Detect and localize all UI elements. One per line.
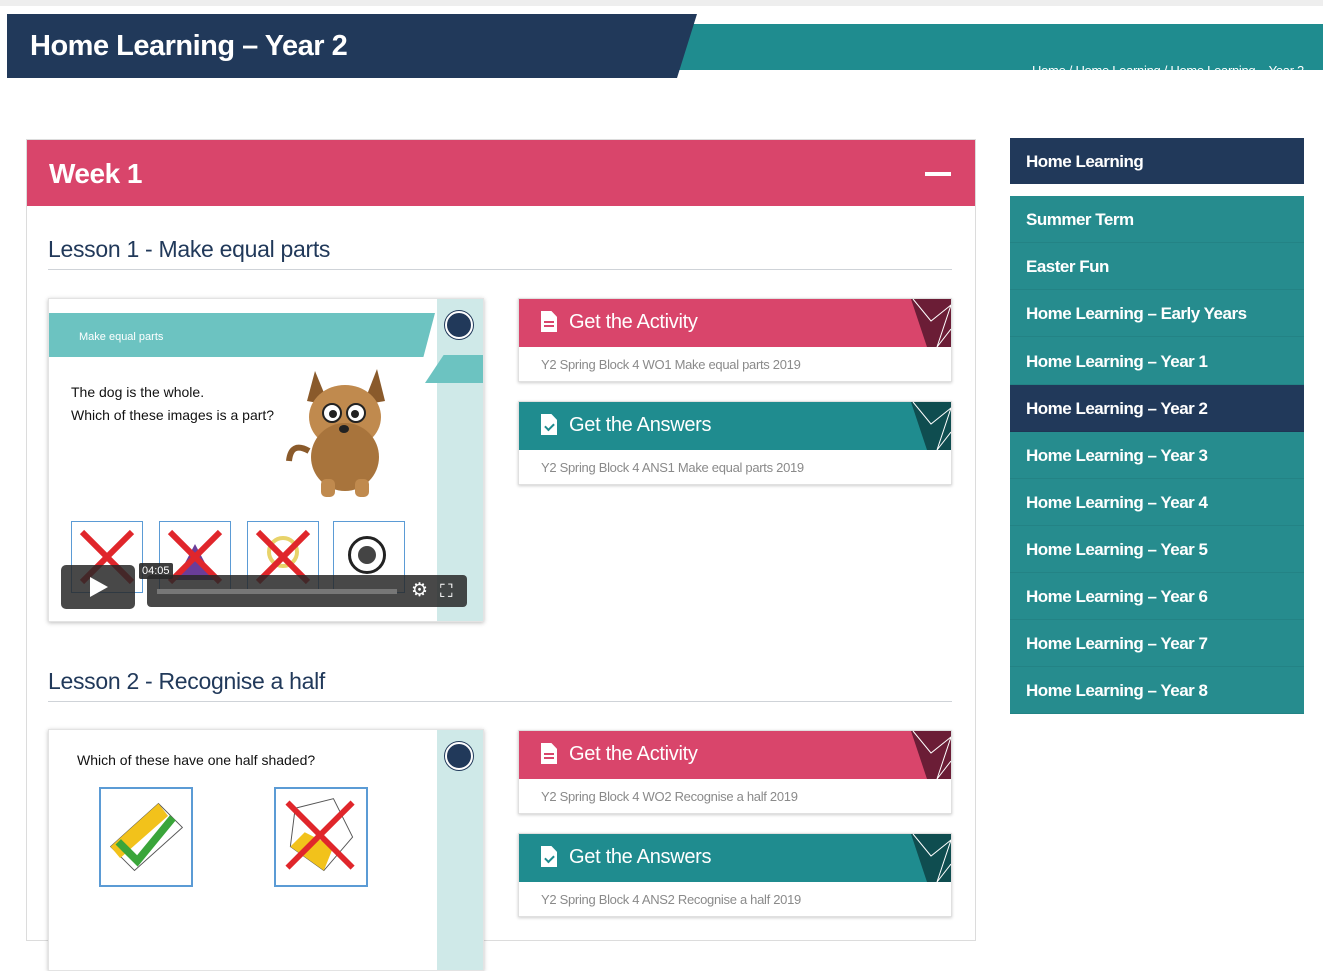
dog-illustration-icon <box>286 369 385 497</box>
slide-question-line: Which of these images is a part? <box>71 407 275 423</box>
lesson-video-player[interactable]: Make equal parts The dog is the whole. W… <box>48 298 484 622</box>
slide-decoration <box>425 355 483 383</box>
answers-file-link[interactable]: Y2 Spring Block 4 ANS1 Make equal parts … <box>541 460 804 475</box>
sidebar-item-year-4[interactable]: Home Learning – Year 4 <box>1010 479 1304 526</box>
answer-choice-ticked <box>99 787 193 887</box>
sidebar-item-label: Home Learning – Year 6 <box>1026 587 1208 606</box>
sidebar-item-label: Home Learning – Year 7 <box>1026 634 1208 653</box>
white-rose-logo-icon <box>445 742 473 770</box>
slide-side-strip <box>437 299 483 621</box>
geometric-decoration-icon <box>912 731 951 779</box>
sidebar-item-label: Summer Term <box>1026 210 1134 229</box>
get-activity-label: Get the Activity <box>569 743 698 765</box>
answers-download-card: Get the Answers Y2 Spring Block 4 ANS1 M… <box>518 401 952 485</box>
breadcrumb-current: Home Learning – Year 2 <box>1170 63 1304 78</box>
page-title: Home Learning – Year 2 <box>30 30 348 62</box>
document-icon <box>541 311 557 332</box>
sidebar-item-summer-term[interactable]: Summer Term <box>1010 196 1304 243</box>
sidebar-item-label: Home Learning – Year 5 <box>1026 540 1208 559</box>
sidebar-item-year-8[interactable]: Home Learning – Year 8 <box>1010 667 1304 714</box>
answers-file-link[interactable]: Y2 Spring Block 4 ANS2 Recognise a half … <box>541 892 801 907</box>
answers-download-card: Get the Answers Y2 Spring Block 4 ANS2 R… <box>518 833 952 917</box>
get-answers-button[interactable]: Get the Answers <box>519 402 951 450</box>
lesson-heading: Lesson 2 - Recognise a half <box>48 668 952 702</box>
activity-file-link[interactable]: Y2 Spring Block 4 WO1 Make equal parts 2… <box>541 357 801 372</box>
week-panel: Week 1 Lesson 1 - Make equal parts Make … <box>26 139 976 971</box>
lesson-heading: Lesson 1 - Make equal parts <box>48 236 952 270</box>
minus-icon[interactable] <box>925 162 953 186</box>
lesson-video-player[interactable]: Which of these have one half shaded? <box>48 729 484 971</box>
breadcrumb-separator: / <box>1160 63 1171 78</box>
slide-question: Which of these have one half shaded? <box>77 752 316 768</box>
sidebar-item-label: Home Learning – Year 1 <box>1026 352 1208 371</box>
breadcrumb-separator: / <box>1065 63 1076 78</box>
document-check-icon <box>541 414 557 435</box>
geometric-decoration-icon <box>912 834 951 882</box>
breadcrumb-home-link[interactable]: Home <box>1032 63 1066 78</box>
white-rose-logo-icon <box>445 311 473 339</box>
sidebar-item-year-1[interactable]: Home Learning – Year 1 <box>1010 338 1304 385</box>
fullscreen-icon[interactable]: ⛶ <box>440 581 453 601</box>
sidebar-item-year-6[interactable]: Home Learning – Year 6 <box>1010 573 1304 620</box>
week-header[interactable]: Week 1 <box>27 140 975 206</box>
sidebar-item-early-years[interactable]: Home Learning – Early Years <box>1010 290 1304 337</box>
document-icon <box>541 743 557 764</box>
slide-title: Make equal parts <box>79 331 164 343</box>
breadcrumb: Home / Home Learning / Home Learning – Y… <box>1032 63 1304 78</box>
sidebar-item-label: Easter Fun <box>1026 257 1109 276</box>
video-control-bar: ⚙ ⛶ <box>147 575 467 607</box>
week-title: Week 1 <box>49 158 143 189</box>
activity-file-link[interactable]: Y2 Spring Block 4 WO2 Recognise a half 2… <box>541 789 798 804</box>
get-activity-button[interactable]: Get the Activity <box>519 299 951 347</box>
activity-download-card: Get the Activity Y2 Spring Block 4 WO1 M… <box>518 298 952 382</box>
gear-icon[interactable]: ⚙ <box>411 581 428 601</box>
get-answers-label: Get the Answers <box>569 846 712 868</box>
document-check-icon <box>541 846 557 867</box>
sidebar-item-label: Home Learning – Year 2 <box>1026 399 1208 418</box>
header-banner-teal: Home / Home Learning / Home Learning – Y… <box>640 24 1323 78</box>
slide-question-line: The dog is the whole. <box>71 384 205 400</box>
get-activity-button[interactable]: Get the Activity <box>519 731 951 779</box>
get-answers-label: Get the Answers <box>569 414 712 436</box>
sidebar-item-year-7[interactable]: Home Learning – Year 7 <box>1010 620 1304 667</box>
get-answers-button[interactable]: Get the Answers <box>519 834 951 882</box>
sidebar-item-label: Home Learning – Year 3 <box>1026 446 1208 465</box>
sidebar-list: Summer Term Easter Fun Home Learning – E… <box>1010 196 1304 714</box>
sidebar-item-year-2[interactable]: Home Learning – Year 2 <box>1010 385 1304 432</box>
geometric-decoration-icon <box>912 402 951 450</box>
activity-download-card: Get the Activity Y2 Spring Block 4 WO2 R… <box>518 730 952 814</box>
sidebar-item-label: Home Learning – Year 8 <box>1026 681 1208 700</box>
sidebar-item-easter-fun[interactable]: Easter Fun <box>1010 243 1304 290</box>
sidebar-heading-label: Home Learning <box>1026 152 1144 171</box>
get-activity-label: Get the Activity <box>569 311 698 333</box>
answer-choice-crossed <box>274 787 368 887</box>
top-strip <box>0 0 1323 6</box>
video-seek-bar[interactable] <box>157 589 397 594</box>
sidebar-item-year-5[interactable]: Home Learning – Year 5 <box>1010 526 1304 573</box>
sidebar-item-label: Home Learning – Year 4 <box>1026 493 1208 512</box>
sidebar-item-year-3[interactable]: Home Learning – Year 3 <box>1010 432 1304 479</box>
sidebar-heading[interactable]: Home Learning <box>1010 138 1304 184</box>
breadcrumb-section-link[interactable]: Home Learning <box>1075 63 1160 78</box>
play-icon[interactable] <box>61 565 135 609</box>
sidebar-item-label: Home Learning – Early Years <box>1026 304 1247 323</box>
geometric-decoration-icon <box>912 299 951 347</box>
